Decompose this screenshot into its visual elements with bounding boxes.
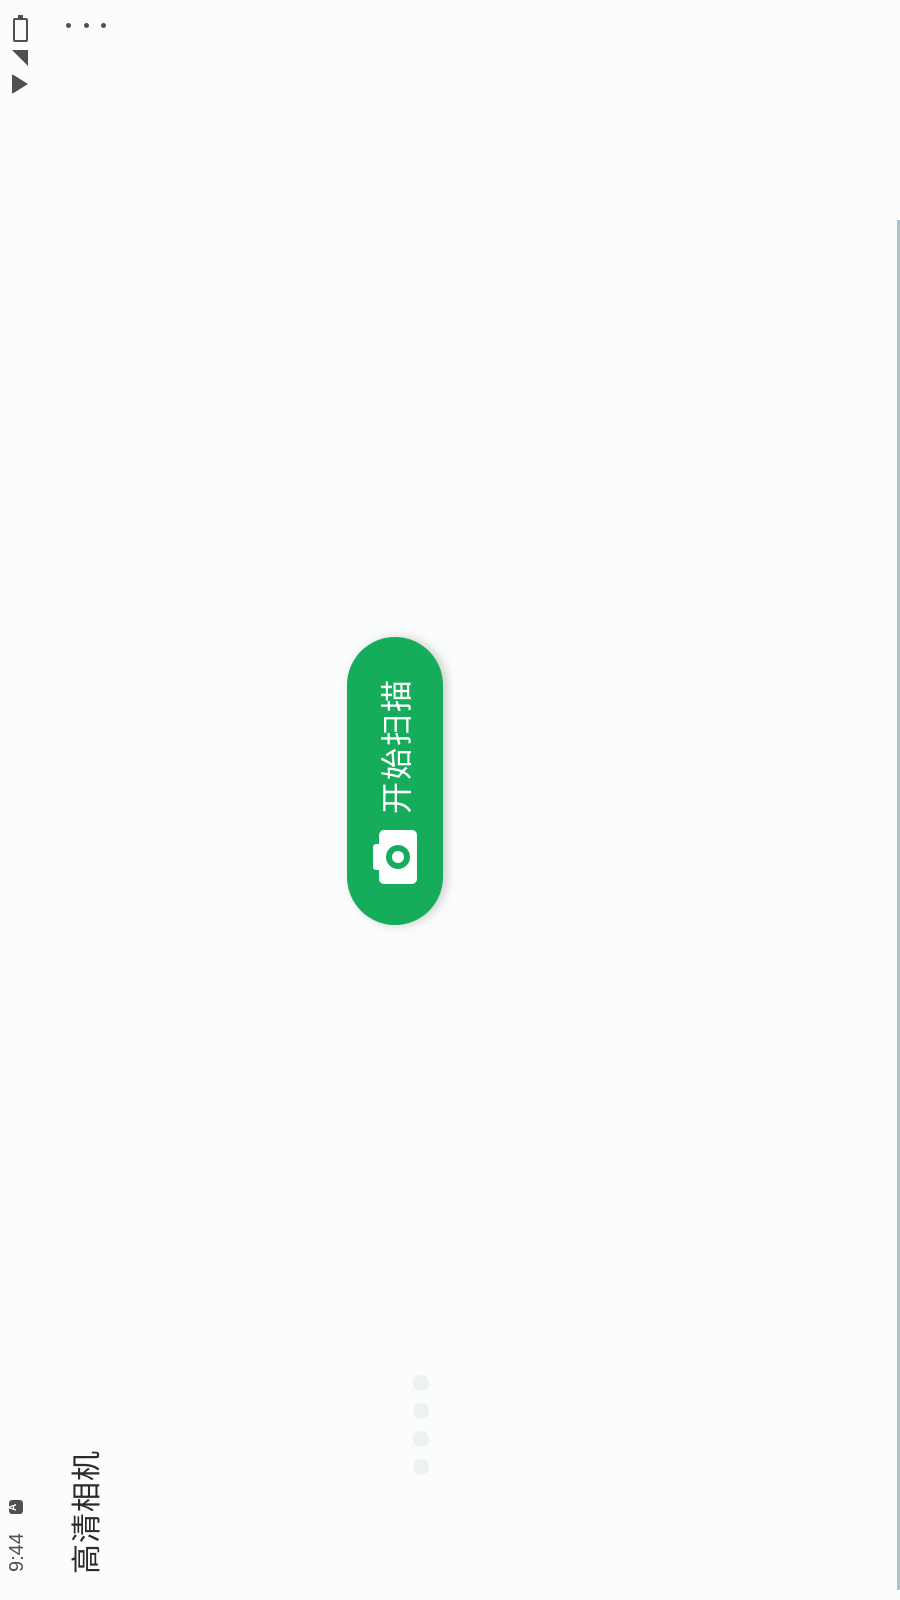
page-indicator: [413, 1375, 429, 1475]
camera-icon: [373, 830, 417, 885]
rotated-content: 9:44 高清相机 开始扫描: [0, 0, 900, 1600]
status-bar: 9:44: [0, 0, 40, 1600]
start-scan-button[interactable]: 开始扫描: [347, 637, 443, 925]
page-dot: [413, 1375, 429, 1391]
screen: 9:44 高清相机 开始扫描: [0, 0, 900, 1600]
signal-icon: [12, 50, 28, 66]
wifi-icon: [12, 74, 28, 94]
app-title: 高清相机: [70, 1450, 105, 1574]
battery-icon: [12, 18, 28, 42]
start-scan-label: 开始扫描: [379, 678, 415, 815]
page-dot: [413, 1403, 429, 1419]
a-icon: [9, 1500, 23, 1514]
more-icon[interactable]: [66, 16, 106, 36]
status-time: 9:44: [6, 1533, 28, 1572]
page-dot: [413, 1431, 429, 1447]
status-icons: [8, 18, 32, 94]
page-dot: [413, 1459, 429, 1475]
